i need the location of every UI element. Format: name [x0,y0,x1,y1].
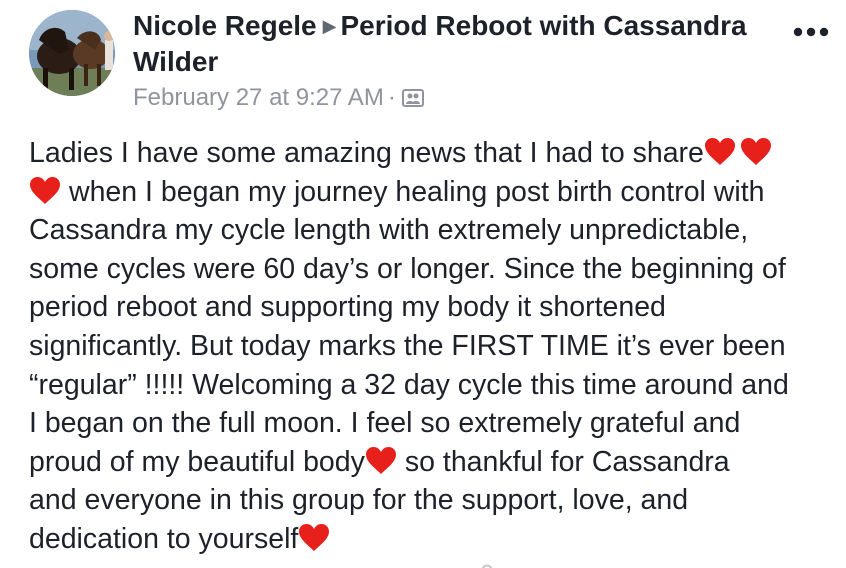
post-body-text: some cycles were 60 day’s or longer. Sin… [29,252,786,285]
post-body-text: dedication to yourself [29,522,299,555]
meta-separator: · [387,84,396,111]
red-heart-icon [740,136,772,168]
post-body-line: when I began my journey healing post bir… [29,173,844,212]
reaction-icon-partial [481,564,493,568]
post-body-text: so thankful for Cassandra [404,445,730,478]
post-body-line: some cycles were 60 day’s or longer. Sin… [29,250,844,289]
red-heart-icon [365,445,397,477]
post-body-line: proud of my beautiful body so thankful fo… [29,443,844,482]
red-heart-icon [29,175,61,207]
post-body-line: I began on the full moon. I feel so extr… [29,404,844,443]
post-body-line: Cassandra my cycle length with extremely… [29,211,844,250]
post-body-text: Ladies I have some amazing news that I h… [29,137,704,169]
facebook-post: Nicole Regele ▶ Period Reboot with Cassand… [0,0,846,568]
more-options-button[interactable] [790,16,834,46]
post-body-line: and everyone in this group for the suppo… [29,481,844,520]
post-timestamp-link[interactable]: February 27 at 9:27 AM [133,84,384,111]
group-members-icon[interactable] [401,84,424,116]
more-options-icon [793,27,829,37]
post-body-text: Cassandra my cycle length with extremely… [29,214,749,247]
post-body-text: period reboot and supporting my body it … [29,291,666,324]
post-header: Nicole Regele ▶ Period Reboot with Cassand… [133,8,783,80]
author-avatar[interactable] [29,10,115,96]
post-body-line: period reboot and supporting my body it … [29,288,844,327]
post-body-line: Ladies I have some amazing news that I h… [29,134,844,173]
author-name-link[interactable]: Nicole Regele [133,10,317,41]
caret-right-icon: ▶ [322,16,337,36]
post-body-text: “regular” !!!!! Welcoming a 32 day cycle… [29,368,789,401]
post-body-line: significantly. But today marks the FIRST… [29,327,844,366]
post-meta: February 27 at 9:27 AM · [133,82,424,116]
red-heart-icon [704,136,736,168]
post-body-text: I began on the full moon. I feel so extr… [29,407,741,440]
post-body-text: proud of my beautiful body [29,445,365,478]
post-body-text: and everyone in this group for the suppo… [29,484,689,517]
horses-photo [29,10,115,96]
post-body-text: when I began my journey healing post bir… [69,175,765,208]
post-body-line: dedication to yourself [29,520,844,559]
post-body-text: significantly. But today marks the FIRST… [29,329,786,362]
red-heart-icon [298,522,330,554]
post-body-line: “regular” !!!!! Welcoming a 32 day cycle… [29,366,844,405]
post-body: Ladies I have some amazing news that I h… [29,134,844,559]
